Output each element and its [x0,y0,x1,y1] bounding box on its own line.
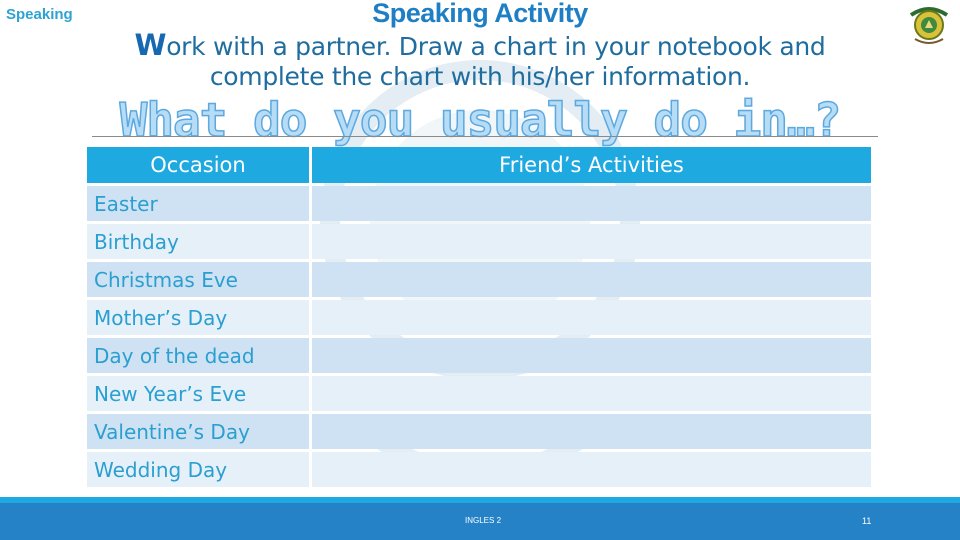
instructions-initial: W [134,28,167,62]
activities-cell[interactable] [312,300,871,335]
divider [92,136,878,137]
instructions-line2: complete the chart with his/her informat… [209,62,751,91]
header-friends-activities: Friend’s Activities [312,147,871,183]
university-crest-icon [909,7,949,44]
table-row: Mother’s Day [87,300,871,335]
activities-cell[interactable] [312,262,871,297]
footer-bar: INGLES 2 11 [0,503,960,540]
occasion-cell: Easter [87,186,309,221]
activities-cell[interactable] [312,452,871,487]
table-row: Birthday [87,224,871,259]
table-row: Christmas Eve [87,262,871,297]
occasion-cell: New Year’s Eve [87,376,309,411]
occasion-table: Occasion Friend’s Activities Easter Birt… [84,144,874,490]
table-header-row: Occasion Friend’s Activities [87,147,871,183]
slide-title: Speaking Activity [372,0,588,28]
activities-cell[interactable] [312,224,871,259]
occasion-cell: Birthday [87,224,309,259]
activities-cell[interactable] [312,376,871,411]
question-heading: What do you usually do in…? [119,92,842,148]
table-row: Valentine’s Day [87,414,871,449]
occasion-cell: Christmas Eve [87,262,309,297]
table-row: Wedding Day [87,452,871,487]
instructions-line1: ork with a partner. Draw a chart in your… [166,32,826,61]
table-row: Day of the dead [87,338,871,373]
footer-course-label: INGLES 2 [465,516,502,525]
instructions: Work with a partner. Draw a chart in you… [110,30,850,92]
occasion-cell: Wedding Day [87,452,309,487]
activities-cell[interactable] [312,414,871,449]
table-row: New Year’s Eve [87,376,871,411]
activities-cell[interactable] [312,186,871,221]
header-occasion: Occasion [87,147,309,183]
occasion-cell: Day of the dead [87,338,309,373]
occasion-cell: Valentine’s Day [87,414,309,449]
occasion-cell: Mother’s Day [87,300,309,335]
activities-cell[interactable] [312,338,871,373]
page-number: 11 [862,516,872,526]
table-row: Easter [87,186,871,221]
